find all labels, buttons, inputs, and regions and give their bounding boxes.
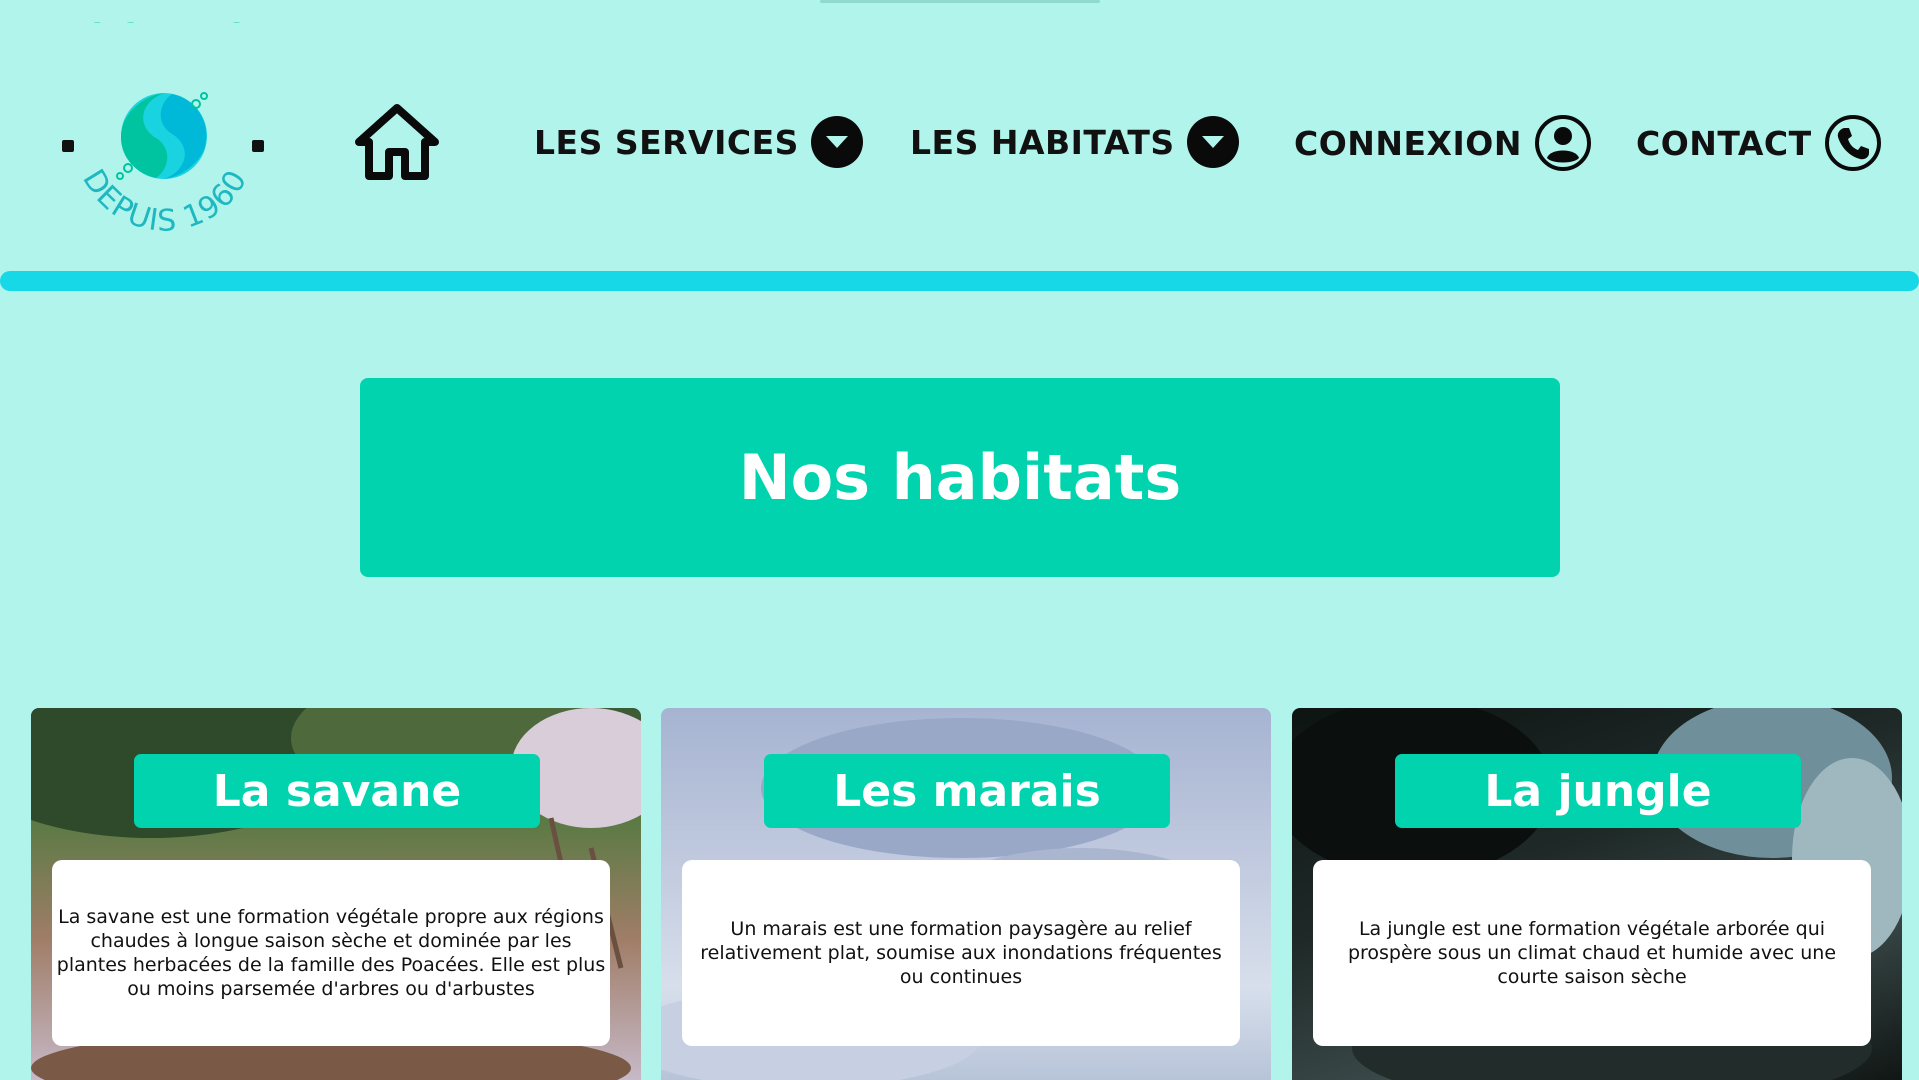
nav-contact[interactable]: CONTACT xyxy=(1636,114,1882,172)
habitat-card-title: La jungle xyxy=(1395,754,1801,828)
nav-services[interactable]: LES SERVICES xyxy=(534,116,863,168)
habitat-card-marais[interactable]: Les marais Un marais est une formation p… xyxy=(661,708,1271,1080)
user-circle-icon[interactable] xyxy=(1534,114,1592,172)
nav-services-label: LES SERVICES xyxy=(534,122,799,162)
chevron-down-circle-icon[interactable] xyxy=(1186,116,1239,168)
page-title: Nos habitats xyxy=(738,441,1182,514)
nav-connexion-label: CONNEXION xyxy=(1294,123,1522,163)
site-header: ZOO ARCADIA DEPUIS 1960 LES SERVICES LES… xyxy=(0,0,1919,270)
header-divider xyxy=(0,271,1919,291)
logo-name-text: ZOO ARCADIA xyxy=(52,22,277,32)
habitat-card-description: La jungle est une formation végétale arb… xyxy=(1313,860,1871,1046)
page-title-banner: Nos habitats xyxy=(360,378,1560,577)
habitat-card-description: La savane est une formation végétale pro… xyxy=(52,860,610,1046)
home-icon[interactable] xyxy=(355,104,439,180)
nav-contact-label: CONTACT xyxy=(1636,123,1812,163)
phone-icon[interactable] xyxy=(1824,114,1882,172)
logo-dot-left xyxy=(62,140,74,152)
chevron-down-circle-icon[interactable] xyxy=(810,116,863,168)
nav-habitats-label: LES HABITATS xyxy=(910,122,1175,162)
habitat-card-title: La savane xyxy=(134,754,540,828)
habitat-card-description: Un marais est une formation paysagère au… xyxy=(682,860,1240,1046)
nav-habitats[interactable]: LES HABITATS xyxy=(910,116,1239,168)
nav-connexion[interactable]: CONNEXION xyxy=(1294,114,1592,172)
habitat-card-jungle[interactable]: La jungle La jungle est une formation vé… xyxy=(1292,708,1902,1080)
habitat-card-title: Les marais xyxy=(764,754,1170,828)
logo-dot-right xyxy=(252,140,264,152)
zoo-arcadia-logo[interactable]: ZOO ARCADIA DEPUIS 1960 xyxy=(52,22,277,250)
habitat-card-savane[interactable]: La savane La savane est une formation vé… xyxy=(31,708,641,1080)
logo-emblem-icon xyxy=(116,92,208,180)
